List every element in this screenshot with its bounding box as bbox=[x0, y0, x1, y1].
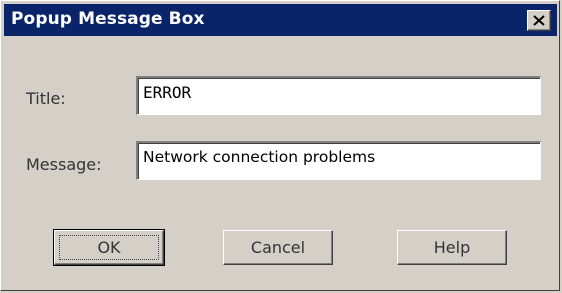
cancel-button-label: Cancel bbox=[250, 238, 306, 257]
message-field-label: Message: bbox=[26, 155, 102, 174]
title-field-label: Title: bbox=[26, 89, 66, 108]
help-button[interactable]: Help bbox=[397, 230, 507, 265]
ok-button[interactable]: OK bbox=[53, 229, 165, 266]
cancel-button[interactable]: Cancel bbox=[223, 230, 333, 265]
focus-indicator bbox=[59, 235, 159, 260]
popup-message-dialog: Popup Message Box Title: ERROR Message: … bbox=[0, 0, 560, 291]
help-button-label: Help bbox=[433, 238, 471, 257]
title-input[interactable]: ERROR bbox=[136, 76, 541, 115]
window-title: Popup Message Box bbox=[11, 9, 205, 29]
close-x-icon bbox=[533, 15, 545, 26]
title-bar[interactable]: Popup Message Box bbox=[4, 4, 557, 36]
message-input[interactable]: Network connection problems bbox=[136, 141, 541, 180]
close-button[interactable] bbox=[527, 10, 551, 31]
